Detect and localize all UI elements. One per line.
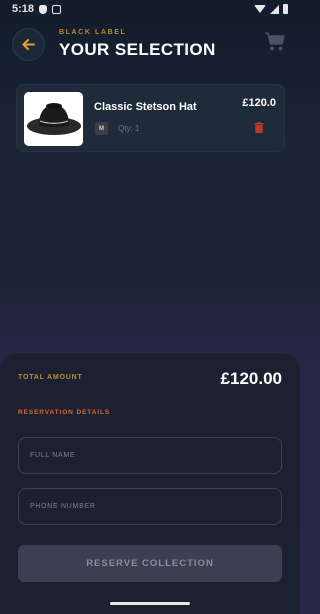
total-label: TOTAL AMOUNT [18, 374, 83, 381]
header: BLACK LABEL YOUR SELECTION [12, 28, 288, 62]
status-bar: 5:18 [0, 0, 300, 18]
status-time: 5:18 [12, 3, 35, 15]
arrow-left-icon [22, 39, 35, 50]
total-amount: £120.00 [220, 369, 282, 388]
signal-icon [270, 4, 279, 14]
reserve-collection-button[interactable]: RESERVE COLLECTION [18, 545, 282, 582]
checkout-panel: TOTAL AMOUNT £120.00 RESERVATION DETAILS… [0, 352, 300, 614]
item-name: Classic Stetson Hat [94, 101, 197, 113]
trash-icon[interactable] [254, 122, 264, 133]
stetson-hat-image [24, 92, 83, 146]
home-indicator[interactable] [110, 602, 190, 605]
full-name-field[interactable] [18, 437, 282, 474]
back-button[interactable] [12, 28, 45, 61]
size-badge: M [95, 122, 108, 135]
shield-icon [39, 4, 48, 14]
cart-icon[interactable] [264, 32, 286, 52]
notification-icon [52, 4, 62, 14]
cart-item: Classic Stetson Hat M Qty: 1 £120.0 [16, 84, 285, 152]
reservation-section-label: RESERVATION DETAILS [18, 409, 111, 416]
product-image [24, 92, 83, 146]
wifi-icon [254, 5, 266, 13]
page-title: YOUR SELECTION [59, 40, 216, 59]
phone-number-field[interactable] [18, 488, 282, 525]
battery-icon [283, 4, 288, 14]
status-icons [254, 4, 288, 14]
item-price: £120.0 [242, 97, 276, 109]
brand-subtitle: BLACK LABEL [59, 29, 127, 36]
item-quantity: Qty: 1 [118, 124, 140, 133]
